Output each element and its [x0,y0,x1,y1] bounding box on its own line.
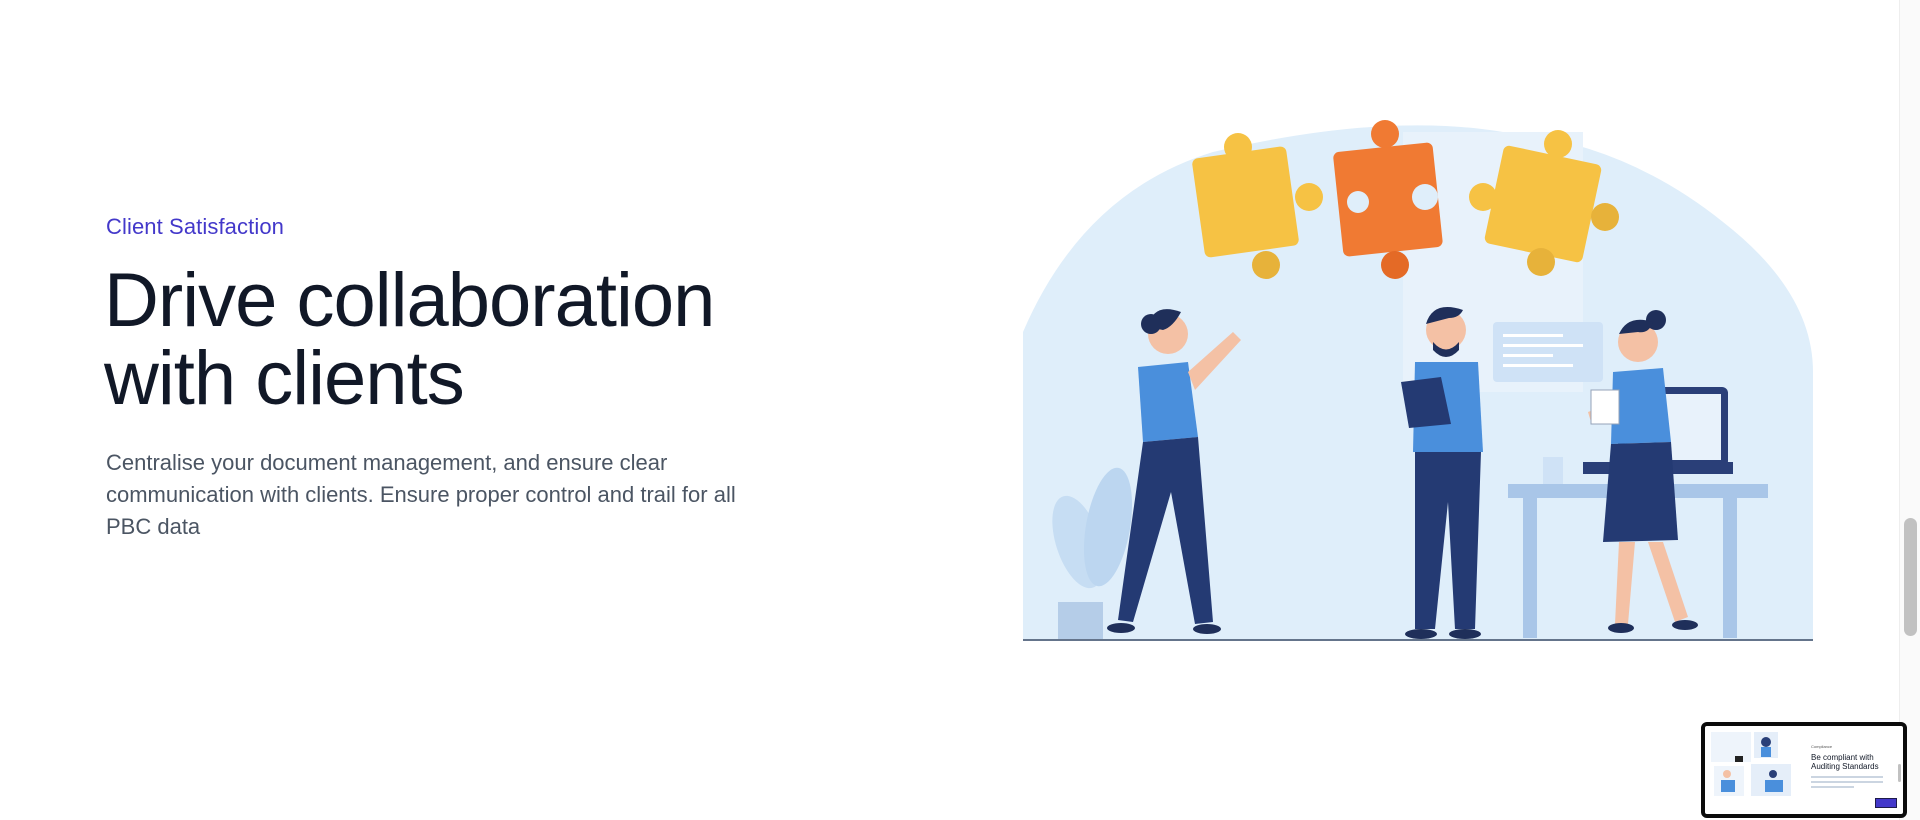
mini-preview-illustration [1711,732,1791,796]
section-headline: Drive collaboration with clients [104,258,715,421]
wall-board [1493,322,1603,382]
feature-section: Client Satisfaction Drive collaboration … [0,0,1900,820]
collaboration-illustration [1023,120,1813,641]
mini-preview-scrollbar [1898,764,1901,782]
page-scrollbar[interactable] [1899,0,1920,820]
mini-preview-eyebrow: Compliance [1811,744,1833,749]
scrollbar-thumb[interactable] [1904,518,1917,636]
mini-preview-title: Be compliant with Auditing Standards [1811,753,1879,771]
section-description: Centralise your document management, and… [106,450,736,539]
mini-preview-text-lines [1811,776,1883,791]
mini-preview-button [1875,798,1897,808]
section-eyebrow: Client Satisfaction [106,214,284,239]
mini-preview-thumbnail[interactable]: Compliance Be compliant with Auditing St… [1701,722,1907,818]
